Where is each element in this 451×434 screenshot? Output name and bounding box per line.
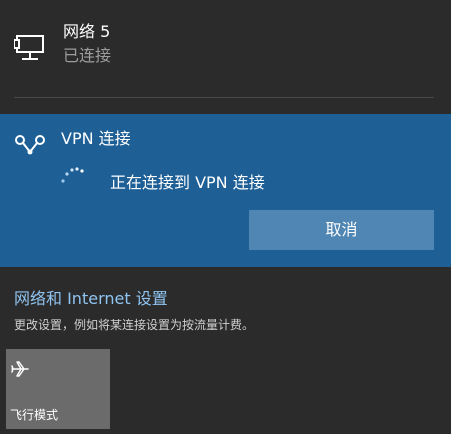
network-name: 网络 5 <box>63 22 111 41</box>
airplane-mode-label: 飞行模式 <box>10 408 59 422</box>
airplane-mode-toggle[interactable]: 飞行模式 <box>6 349 110 429</box>
cancel-button[interactable]: 取消 <box>249 210 434 250</box>
vpn-title: VPN 连接 <box>61 129 131 148</box>
network-settings-link[interactable]: 网络和 Internet 设置 <box>14 288 168 310</box>
network-flyout: 网络 5 已连接 VPN 连接 正在连接到 VPN 连接 取消 网络和 Inte… <box>0 0 451 434</box>
vpn-connection-status: 正在连接到 VPN 连接 <box>110 173 265 192</box>
vpn-icon <box>15 135 45 155</box>
vpn-entry[interactable]: VPN 连接 正在连接到 VPN 连接 取消 <box>0 114 451 267</box>
network-status: 已连接 <box>63 46 112 65</box>
airplane-icon <box>11 361 29 377</box>
loading-spinner-icon <box>61 167 84 183</box>
ethernet-icon <box>14 35 44 60</box>
divider <box>14 97 434 98</box>
network-settings-description: 更改设置，例如将某连接设置为按流量计费。 <box>14 318 255 332</box>
network-entry[interactable]: 网络 5 已连接 <box>0 0 451 88</box>
